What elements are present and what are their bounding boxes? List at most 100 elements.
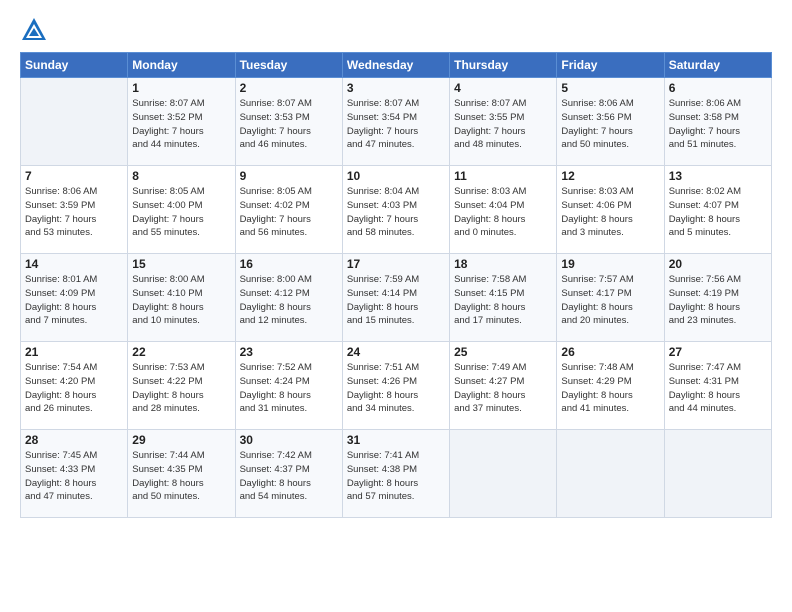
weekday-header-thursday: Thursday xyxy=(450,53,557,78)
day-info: Sunrise: 8:03 AMSunset: 4:06 PMDaylight:… xyxy=(561,185,659,240)
day-info: Sunrise: 8:06 AMSunset: 3:59 PMDaylight:… xyxy=(25,185,123,240)
day-number: 2 xyxy=(240,81,338,95)
weekday-header-tuesday: Tuesday xyxy=(235,53,342,78)
calendar-cell: 7 Sunrise: 8:06 AMSunset: 3:59 PMDaylight… xyxy=(21,166,128,254)
day-info: Sunrise: 7:42 AMSunset: 4:37 PMDaylight:… xyxy=(240,449,338,504)
day-info: Sunrise: 8:06 AMSunset: 3:56 PMDaylight:… xyxy=(561,97,659,152)
day-number: 20 xyxy=(669,257,767,271)
calendar-cell xyxy=(664,430,771,518)
day-number: 7 xyxy=(25,169,123,183)
day-number: 15 xyxy=(132,257,230,271)
calendar-cell: 6Sunrise: 8:06 AMSunset: 3:58 PMDaylight… xyxy=(664,78,771,166)
calendar-cell xyxy=(557,430,664,518)
day-info: Sunrise: 7:47 AMSunset: 4:31 PMDaylight:… xyxy=(669,361,767,416)
calendar-cell: 24 Sunrise: 7:51 AMSunset: 4:26 PMDayligh… xyxy=(342,342,449,430)
weekday-header-monday: Monday xyxy=(128,53,235,78)
calendar-cell: 27 Sunrise: 7:47 AMSunset: 4:31 PMDayligh… xyxy=(664,342,771,430)
day-number: 24 xyxy=(347,345,445,359)
day-info: Sunrise: 7:58 AMSunset: 4:15 PMDaylight:… xyxy=(454,273,552,328)
day-info: Sunrise: 7:53 AMSunset: 4:22 PMDaylight:… xyxy=(132,361,230,416)
day-info: Sunrise: 8:07 AMSunset: 3:55 PMDaylight:… xyxy=(454,97,552,152)
week-row-2: 7 Sunrise: 8:06 AMSunset: 3:59 PMDaylight… xyxy=(21,166,772,254)
calendar-cell: 28Sunrise: 7:45 AMSunset: 4:33 PMDayligh… xyxy=(21,430,128,518)
day-info: Sunrise: 8:03 AMSunset: 4:04 PMDaylight:… xyxy=(454,185,552,240)
day-info: Sunrise: 7:52 AMSunset: 4:24 PMDaylight:… xyxy=(240,361,338,416)
day-number: 22 xyxy=(132,345,230,359)
week-row-3: 14 Sunrise: 8:01 AMSunset: 4:09 PMDayligh… xyxy=(21,254,772,342)
calendar-cell: 13 Sunrise: 8:02 AMSunset: 4:07 PMDayligh… xyxy=(664,166,771,254)
day-number: 18 xyxy=(454,257,552,271)
calendar-cell: 11 Sunrise: 8:03 AMSunset: 4:04 PMDayligh… xyxy=(450,166,557,254)
day-number: 1 xyxy=(132,81,230,95)
day-info: Sunrise: 7:44 AMSunset: 4:35 PMDaylight:… xyxy=(132,449,230,504)
day-info: Sunrise: 8:04 AMSunset: 4:03 PMDaylight:… xyxy=(347,185,445,240)
week-row-1: 1 Sunrise: 8:07 AMSunset: 3:52 PMDaylight… xyxy=(21,78,772,166)
day-info: Sunrise: 7:54 AMSunset: 4:20 PMDaylight:… xyxy=(25,361,123,416)
calendar-cell: 15 Sunrise: 8:00 AMSunset: 4:10 PMDayligh… xyxy=(128,254,235,342)
calendar-cell: 12 Sunrise: 8:03 AMSunset: 4:06 PMDayligh… xyxy=(557,166,664,254)
day-info: Sunrise: 8:01 AMSunset: 4:09 PMDaylight:… xyxy=(25,273,123,328)
calendar-cell: 10 Sunrise: 8:04 AMSunset: 4:03 PMDayligh… xyxy=(342,166,449,254)
day-number: 31 xyxy=(347,433,445,447)
day-number: 14 xyxy=(25,257,123,271)
calendar-cell: 16Sunrise: 8:00 AMSunset: 4:12 PMDayligh… xyxy=(235,254,342,342)
day-info: Sunrise: 8:05 AMSunset: 4:02 PMDaylight:… xyxy=(240,185,338,240)
day-info: Sunrise: 7:41 AMSunset: 4:38 PMDaylight:… xyxy=(347,449,445,504)
day-info: Sunrise: 8:06 AMSunset: 3:58 PMDaylight:… xyxy=(669,97,767,152)
day-number: 3 xyxy=(347,81,445,95)
weekday-header-row: SundayMondayTuesdayWednesdayThursdayFrid… xyxy=(21,53,772,78)
calendar-cell xyxy=(450,430,557,518)
day-info: Sunrise: 7:57 AMSunset: 4:17 PMDaylight:… xyxy=(561,273,659,328)
weekday-header-saturday: Saturday xyxy=(664,53,771,78)
day-number: 9 xyxy=(240,169,338,183)
calendar-cell: 9 Sunrise: 8:05 AMSunset: 4:02 PMDaylight… xyxy=(235,166,342,254)
day-number: 29 xyxy=(132,433,230,447)
day-info: Sunrise: 8:00 AMSunset: 4:10 PMDaylight:… xyxy=(132,273,230,328)
calendar-cell xyxy=(21,78,128,166)
calendar-cell: 20 Sunrise: 7:56 AMSunset: 4:19 PMDayligh… xyxy=(664,254,771,342)
calendar-cell: 26Sunrise: 7:48 AMSunset: 4:29 PMDayligh… xyxy=(557,342,664,430)
day-number: 13 xyxy=(669,169,767,183)
day-number: 21 xyxy=(25,345,123,359)
day-info: Sunrise: 8:02 AMSunset: 4:07 PMDaylight:… xyxy=(669,185,767,240)
week-row-5: 28Sunrise: 7:45 AMSunset: 4:33 PMDayligh… xyxy=(21,430,772,518)
day-info: Sunrise: 7:51 AMSunset: 4:26 PMDaylight:… xyxy=(347,361,445,416)
day-number: 12 xyxy=(561,169,659,183)
day-number: 23 xyxy=(240,345,338,359)
day-info: Sunrise: 8:07 AMSunset: 3:54 PMDaylight:… xyxy=(347,97,445,152)
day-number: 16 xyxy=(240,257,338,271)
day-number: 19 xyxy=(561,257,659,271)
calendar-cell: 23 Sunrise: 7:52 AMSunset: 4:24 PMDayligh… xyxy=(235,342,342,430)
calendar-cell: 31 Sunrise: 7:41 AMSunset: 4:38 PMDayligh… xyxy=(342,430,449,518)
day-number: 27 xyxy=(669,345,767,359)
day-number: 5 xyxy=(561,81,659,95)
header xyxy=(20,16,772,44)
day-info: Sunrise: 8:07 AMSunset: 3:53 PMDaylight:… xyxy=(240,97,338,152)
day-number: 10 xyxy=(347,169,445,183)
calendar-cell: 25 Sunrise: 7:49 AMSunset: 4:27 PMDayligh… xyxy=(450,342,557,430)
day-number: 8 xyxy=(132,169,230,183)
calendar-cell: 17 Sunrise: 7:59 AMSunset: 4:14 PMDayligh… xyxy=(342,254,449,342)
day-info: Sunrise: 7:59 AMSunset: 4:14 PMDaylight:… xyxy=(347,273,445,328)
calendar-cell: 18 Sunrise: 7:58 AMSunset: 4:15 PMDayligh… xyxy=(450,254,557,342)
calendar-cell: 3 Sunrise: 8:07 AMSunset: 3:54 PMDaylight… xyxy=(342,78,449,166)
day-info: Sunrise: 7:49 AMSunset: 4:27 PMDaylight:… xyxy=(454,361,552,416)
day-number: 11 xyxy=(454,169,552,183)
day-info: Sunrise: 7:56 AMSunset: 4:19 PMDaylight:… xyxy=(669,273,767,328)
calendar-cell: 1 Sunrise: 8:07 AMSunset: 3:52 PMDaylight… xyxy=(128,78,235,166)
calendar-cell: 2 Sunrise: 8:07 AMSunset: 3:53 PMDaylight… xyxy=(235,78,342,166)
calendar-cell: 22 Sunrise: 7:53 AMSunset: 4:22 PMDayligh… xyxy=(128,342,235,430)
calendar-cell: 8Sunrise: 8:05 AMSunset: 4:00 PMDaylight… xyxy=(128,166,235,254)
logo xyxy=(20,16,52,44)
day-number: 25 xyxy=(454,345,552,359)
week-row-4: 21 Sunrise: 7:54 AMSunset: 4:20 PMDayligh… xyxy=(21,342,772,430)
day-info: Sunrise: 7:45 AMSunset: 4:33 PMDaylight:… xyxy=(25,449,123,504)
calendar-cell: 5 Sunrise: 8:06 AMSunset: 3:56 PMDaylight… xyxy=(557,78,664,166)
calendar-table: SundayMondayTuesdayWednesdayThursdayFrid… xyxy=(20,52,772,518)
day-info: Sunrise: 7:48 AMSunset: 4:29 PMDaylight:… xyxy=(561,361,659,416)
calendar-cell: 30Sunrise: 7:42 AMSunset: 4:37 PMDayligh… xyxy=(235,430,342,518)
calendar-cell: 4Sunrise: 8:07 AMSunset: 3:55 PMDaylight… xyxy=(450,78,557,166)
day-info: Sunrise: 8:07 AMSunset: 3:52 PMDaylight:… xyxy=(132,97,230,152)
day-number: 17 xyxy=(347,257,445,271)
logo-icon xyxy=(20,16,48,44)
